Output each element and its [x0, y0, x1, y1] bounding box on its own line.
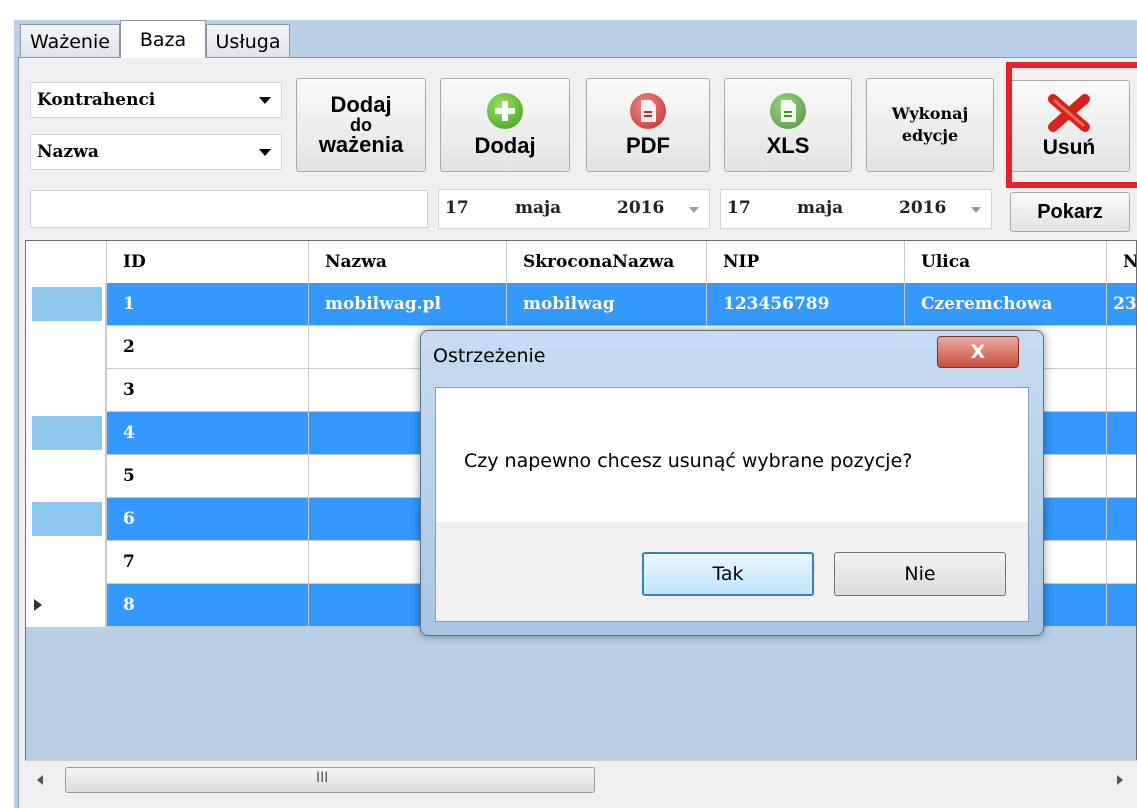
row-header[interactable]	[26, 584, 106, 627]
tab-usluga[interactable]: Usługa	[206, 24, 290, 58]
scroll-left-icon[interactable]	[35, 774, 45, 786]
row-header[interactable]	[26, 283, 106, 326]
pdf-label: PDF	[626, 133, 670, 158]
cell-id[interactable]: 6	[106, 498, 308, 541]
tab-label: Baza	[139, 28, 187, 51]
cell-id[interactable]: 2	[106, 326, 308, 369]
pdf-file-icon	[630, 93, 666, 129]
apply-edits-button[interactable]: Wykonaj edycje	[866, 78, 994, 172]
row-header[interactable]	[26, 369, 106, 412]
plus-icon	[487, 93, 523, 129]
cell-id[interactable]: 7	[106, 541, 308, 584]
add-button[interactable]: Dodaj	[440, 78, 570, 172]
row-header[interactable]	[26, 412, 106, 455]
chevron-down-icon	[259, 149, 271, 156]
button-label-line: Wykonaj	[891, 104, 969, 123]
date-from-year: 2016	[617, 198, 665, 218]
yes-label: Tak	[712, 563, 744, 585]
column-header-skroconanazwa[interactable]: SkroconaNazwa	[506, 241, 706, 283]
cell-next[interactable]	[1106, 369, 1136, 412]
cell-skroconanazwa[interactable]: mobilwag	[506, 283, 706, 326]
row-header[interactable]	[26, 455, 106, 498]
cell-next[interactable]: 23	[1106, 283, 1136, 326]
column-header-id[interactable]: ID	[106, 241, 308, 283]
column-header-next[interactable]: N	[1106, 241, 1136, 283]
dialog-button-bar: Tak Nie	[436, 522, 1028, 621]
row-header[interactable]	[26, 541, 106, 584]
dialog-body: Czy napewno chcesz usunąć wybrane pozycj…	[435, 387, 1029, 622]
cell-next[interactable]	[1106, 584, 1136, 627]
chevron-down-icon	[971, 207, 981, 213]
search-field-select[interactable]: Nazwa	[30, 134, 282, 170]
date-to-month: maja	[797, 198, 844, 218]
cell-next[interactable]	[1106, 412, 1136, 455]
column-header-ulica[interactable]: Ulica	[904, 241, 1106, 283]
search-input[interactable]	[30, 190, 428, 228]
cell-next[interactable]	[1106, 326, 1136, 369]
cell-ulica[interactable]: Czeremchowa	[904, 283, 1106, 326]
yes-button[interactable]: Tak	[642, 552, 814, 596]
scroll-grip: III	[316, 770, 329, 786]
cell-id[interactable]: 4	[106, 412, 308, 455]
no-button[interactable]: Nie	[834, 552, 1006, 596]
date-from-day: 17	[445, 198, 469, 218]
date-to-picker[interactable]: 17 maja 2016	[720, 189, 992, 229]
cell-next[interactable]	[1106, 541, 1136, 584]
cell-nazwa[interactable]: mobilwag.pl	[308, 283, 506, 326]
date-from-picker[interactable]: 17 maja 2016	[438, 189, 710, 229]
tab-baza[interactable]: Baza	[120, 20, 206, 58]
date-to-year: 2016	[899, 198, 947, 218]
button-label-line: Dodaj	[330, 92, 392, 117]
date-from-month: maja	[515, 198, 562, 218]
close-icon: X	[970, 341, 986, 363]
xls-file-icon	[770, 93, 806, 129]
chevron-down-icon	[689, 207, 699, 213]
table-row[interactable]: 1 mobilwag.pl mobilwag 123456789 Czeremc…	[26, 283, 1136, 326]
warning-dialog: Ostrzeżenie X Czy napewno chcesz usunąć …	[420, 330, 1044, 636]
no-label: Nie	[904, 563, 936, 585]
row-header-selection	[32, 502, 102, 536]
record-type-value: Kontrahenci	[37, 90, 156, 110]
cell-next[interactable]	[1106, 498, 1136, 541]
current-row-arrow-icon	[34, 599, 42, 611]
scroll-right-icon[interactable]	[1115, 774, 1125, 786]
cell-nip[interactable]: 123456789	[706, 283, 904, 326]
add-label: Dodaj	[474, 133, 536, 158]
row-header-selection	[32, 416, 102, 450]
date-to-day: 17	[727, 198, 751, 218]
chevron-down-icon	[259, 97, 271, 104]
column-header-nazwa[interactable]: Nazwa	[308, 241, 506, 283]
row-header-selection	[32, 287, 102, 321]
dialog-message: Czy napewno chcesz usunąć wybrane pozycj…	[464, 450, 913, 472]
grid-header: ID Nazwa SkroconaNazwa NIP Ulica N	[26, 241, 1136, 284]
button-label-line: edycje	[901, 126, 959, 145]
xls-label: XLS	[766, 133, 810, 158]
show-button[interactable]: Pokarz	[1010, 192, 1130, 232]
cell-id[interactable]: 8	[106, 584, 308, 627]
tab-wazenie[interactable]: Ważenie	[20, 24, 120, 58]
delete-button-highlight	[1006, 62, 1137, 188]
scroll-thumb[interactable]: III	[65, 767, 595, 793]
cell-id[interactable]: 3	[106, 369, 308, 412]
tab-label: Usługa	[215, 30, 281, 53]
horizontal-scrollbar[interactable]: III	[25, 760, 1137, 799]
xls-export-button[interactable]: XLS	[724, 78, 852, 172]
close-button[interactable]: X	[937, 336, 1019, 368]
dialog-title: Ostrzeżenie	[433, 345, 546, 367]
tab-label: Ważenie	[30, 30, 110, 53]
desktop-background	[0, 0, 1137, 20]
header-corner	[26, 241, 106, 283]
row-header[interactable]	[26, 326, 106, 369]
column-header-nip[interactable]: NIP	[706, 241, 904, 283]
show-label: Pokarz	[1037, 201, 1103, 223]
pdf-export-button[interactable]: PDF	[586, 78, 710, 172]
cell-id[interactable]: 1	[106, 283, 308, 326]
row-header[interactable]	[26, 498, 106, 541]
search-field-value: Nazwa	[37, 142, 99, 162]
record-type-select[interactable]: Kontrahenci	[30, 82, 282, 118]
add-to-weighing-button[interactable]: Dodaj do ważenia	[296, 78, 426, 172]
cell-id[interactable]: 5	[106, 455, 308, 498]
button-label-line: ważenia	[318, 132, 404, 157]
cell-next[interactable]	[1106, 455, 1136, 498]
